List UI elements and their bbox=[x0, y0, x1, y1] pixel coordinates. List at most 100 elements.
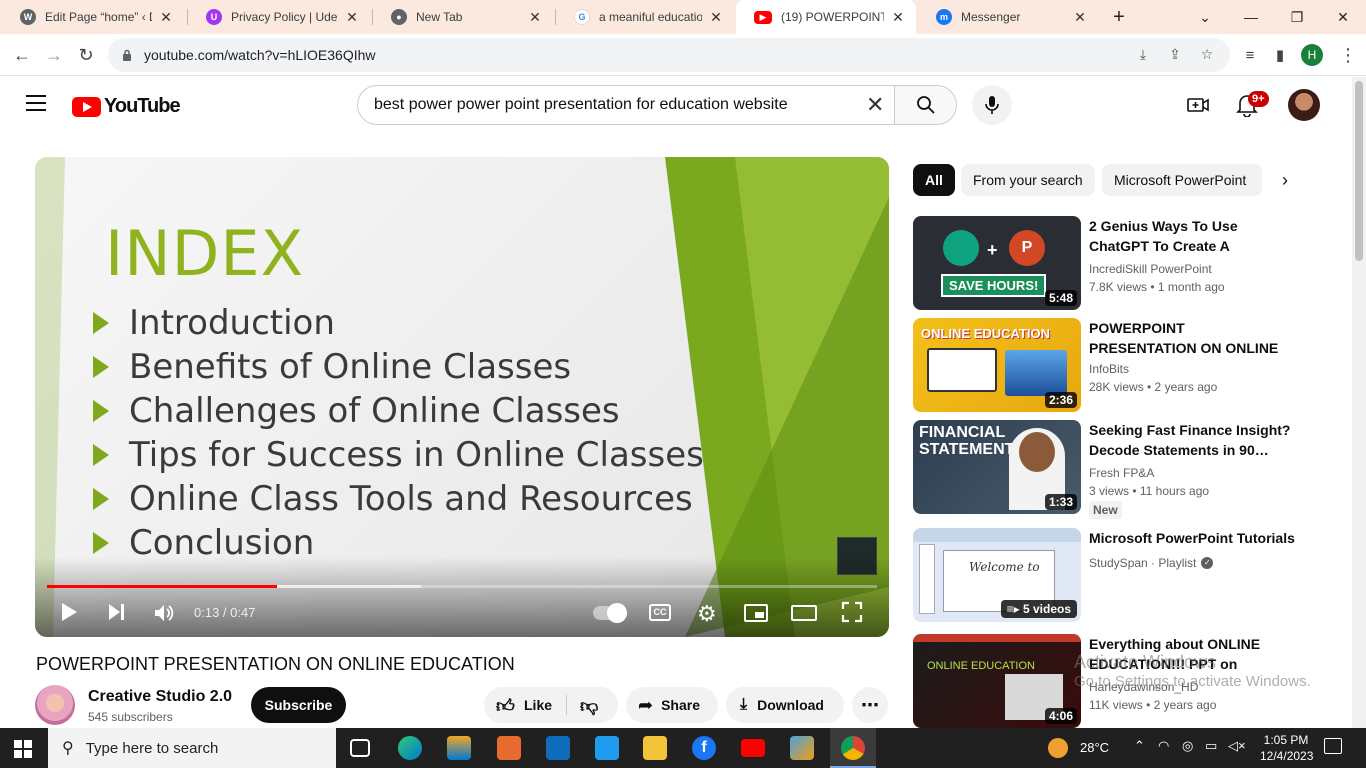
minimize-icon[interactable]: — bbox=[1228, 0, 1274, 34]
close-tab-icon[interactable]: ✕ bbox=[344, 9, 360, 26]
restore-icon[interactable]: ❐ bbox=[1274, 0, 1320, 34]
notification-center-icon[interactable] bbox=[1324, 738, 1342, 754]
weather-temperature[interactable]: 28°C bbox=[1080, 740, 1109, 755]
account-avatar[interactable] bbox=[1288, 89, 1320, 121]
mail-icon[interactable] bbox=[546, 736, 570, 760]
share-button[interactable]: ➦ Share bbox=[626, 687, 718, 723]
recommended-video[interactable]: ONLINE EDUCATION 2:36 POWERPOINT PRESENT… bbox=[913, 318, 1353, 414]
video-title[interactable]: POWERPOINT PRESENTATION ON ONLINE EDUCAT… bbox=[1089, 318, 1295, 358]
download-button[interactable]: ⤓ Download bbox=[726, 687, 844, 723]
install-icon[interactable]: ⤓ bbox=[1134, 46, 1152, 64]
chip-all[interactable]: All bbox=[913, 164, 955, 196]
clear-search-icon[interactable]: ✕ bbox=[866, 92, 884, 118]
close-tab-icon[interactable]: ✕ bbox=[890, 9, 906, 26]
xampp-icon[interactable] bbox=[497, 736, 521, 760]
progress-bar[interactable] bbox=[47, 585, 877, 588]
channel-name[interactable]: StudySpan · Playlist bbox=[1089, 556, 1196, 570]
settings-gear-icon[interactable]: ⚙ bbox=[697, 601, 717, 627]
location-icon[interactable]: ◎ bbox=[1182, 738, 1193, 754]
edge-browser-icon[interactable] bbox=[398, 736, 422, 760]
video-title[interactable]: 2 Genius Ways To Use ChatGPT To Create A… bbox=[1089, 216, 1295, 256]
playlist-thumbnail[interactable]: Welcome to ≡▸ 5 videos bbox=[913, 528, 1081, 622]
video-thumbnail[interactable]: ONLINE EDUCATION 4:06 bbox=[913, 634, 1081, 728]
close-tab-icon[interactable]: ✕ bbox=[1072, 9, 1088, 26]
close-tab-icon[interactable]: ✕ bbox=[158, 9, 174, 26]
profile-avatar[interactable]: H bbox=[1298, 41, 1326, 69]
microsoft-store-icon[interactable] bbox=[447, 736, 471, 760]
video-thumbnail[interactable]: + P SAVE HOURS! 5:48 bbox=[913, 216, 1081, 310]
theater-mode-icon[interactable] bbox=[791, 605, 817, 621]
3d-viewer-icon[interactable] bbox=[790, 736, 814, 760]
search-input[interactable]: best power power point presentation for … bbox=[357, 85, 895, 125]
volume-icon[interactable] bbox=[153, 603, 175, 628]
more-actions-icon[interactable]: ⋯ bbox=[852, 687, 888, 723]
video-thumbnail[interactable]: FINANCIAL STATEMENTS 1:33 bbox=[913, 420, 1081, 514]
autoplay-toggle[interactable] bbox=[593, 603, 627, 623]
create-video-icon[interactable] bbox=[1186, 93, 1210, 117]
channel-name[interactable]: Fresh FP&A bbox=[1089, 466, 1154, 480]
like-button[interactable]: Like bbox=[524, 697, 552, 713]
tab-messenger[interactable]: m Messenger ✕ bbox=[918, 0, 1098, 34]
video-player[interactable]: INDEX Introduction Benefits of Online Cl… bbox=[35, 157, 889, 637]
clock[interactable]: 1:05 PM 12/4/2023 bbox=[1260, 732, 1313, 764]
search-button[interactable] bbox=[894, 85, 957, 125]
play-icon[interactable] bbox=[59, 601, 79, 628]
next-video-icon[interactable] bbox=[107, 603, 127, 626]
new-tab-button[interactable]: + bbox=[1096, 0, 1142, 34]
hamburger-menu-icon[interactable] bbox=[26, 95, 46, 111]
show-hidden-icons-chevron-icon[interactable]: ⌃ bbox=[1134, 738, 1145, 754]
thumbs-up-icon[interactable]: 👍︎ bbox=[496, 695, 515, 717]
task-view-icon[interactable] bbox=[350, 739, 370, 757]
channel-avatar[interactable] bbox=[35, 685, 75, 725]
network-icon[interactable]: ◠ bbox=[1158, 738, 1169, 754]
chevron-right-icon[interactable]: › bbox=[1282, 170, 1288, 191]
channel-name[interactable]: IncrediSkill PowerPoint bbox=[1089, 262, 1212, 276]
volume-muted-icon[interactable]: ◁× bbox=[1228, 738, 1246, 754]
recommended-playlist[interactable]: Welcome to ≡▸ 5 videos Microsoft PowerPo… bbox=[913, 528, 1353, 626]
recommended-video[interactable]: + P SAVE HOURS! 5:48 2 Genius Ways To Us… bbox=[913, 216, 1353, 312]
video-thumbnail[interactable]: ONLINE EDUCATION 2:36 bbox=[913, 318, 1081, 412]
side-panel-icon[interactable]: ▮ bbox=[1266, 41, 1294, 69]
scrollbar-thumb[interactable] bbox=[1355, 81, 1363, 261]
vscode-icon[interactable] bbox=[595, 736, 619, 760]
chrome-taskbar-button[interactable] bbox=[830, 728, 876, 768]
channel-name[interactable]: InfoBits bbox=[1089, 362, 1129, 376]
miniplayer-icon[interactable] bbox=[744, 604, 768, 622]
subscribe-button[interactable]: Subscribe bbox=[251, 687, 346, 723]
tab-search-icon[interactable]: ⌄ bbox=[1182, 0, 1228, 34]
video-title[interactable]: Seeking Fast Finance Insight? Decode Sta… bbox=[1089, 420, 1295, 460]
battery-icon[interactable]: ▭ bbox=[1205, 738, 1217, 754]
facebook-icon[interactable]: f bbox=[692, 736, 716, 760]
voice-search-button[interactable] bbox=[972, 85, 1012, 125]
recommended-video[interactable]: FINANCIAL STATEMENTS 1:33 Seeking Fast F… bbox=[913, 420, 1353, 520]
channel-name[interactable]: Creative Studio 2.0 bbox=[88, 688, 232, 706]
tab-privacy-policy[interactable]: U Privacy Policy | Udem ✕ bbox=[188, 0, 370, 34]
chrome-menu-icon[interactable]: ⋮ bbox=[1334, 41, 1362, 69]
reload-icon[interactable]: ↻ bbox=[72, 41, 100, 69]
fullscreen-icon[interactable] bbox=[841, 601, 863, 628]
bookmark-star-icon[interactable]: ☆ bbox=[1198, 46, 1216, 64]
tab-youtube-active[interactable]: ▶ (19) POWERPOINT PR ✕ bbox=[736, 0, 916, 34]
taskbar-search-box[interactable]: ⚲ Type here to search bbox=[48, 728, 336, 768]
weather-icon[interactable] bbox=[1048, 738, 1068, 758]
tab-new-tab[interactable]: ● New Tab ✕ bbox=[373, 0, 553, 34]
playlist-title[interactable]: Microsoft PowerPoint Tutorials bbox=[1089, 528, 1295, 548]
youtube-app-icon[interactable] bbox=[741, 739, 765, 757]
share-page-icon[interactable]: ⇪ bbox=[1166, 46, 1184, 64]
page-scrollbar[interactable] bbox=[1352, 77, 1366, 728]
close-tab-icon[interactable]: ✕ bbox=[527, 9, 543, 26]
tab-edit-page[interactable]: W Edit Page “home” ‹ Dr ✕ bbox=[2, 0, 184, 34]
windows-start-icon[interactable] bbox=[14, 740, 32, 758]
subtitles-cc-icon[interactable]: CC bbox=[649, 604, 671, 621]
forward-icon[interactable]: → bbox=[40, 41, 68, 69]
chip-from-your-search[interactable]: From your search bbox=[961, 164, 1095, 196]
chip-microsoft-powerpoint[interactable]: Microsoft PowerPoint bbox=[1102, 164, 1262, 196]
close-window-icon[interactable]: ✕ bbox=[1320, 0, 1366, 34]
back-icon[interactable]: ← bbox=[8, 41, 36, 69]
thumbs-down-icon[interactable]: 👎︎ bbox=[580, 695, 598, 717]
media-control-icon[interactable]: ≡ bbox=[1236, 41, 1264, 69]
close-tab-icon[interactable]: ✕ bbox=[708, 9, 724, 26]
youtube-logo[interactable]: YouTube bbox=[72, 95, 181, 118]
file-explorer-icon[interactable] bbox=[643, 736, 667, 760]
tab-google-search[interactable]: G a meaniful education ✕ bbox=[556, 0, 734, 34]
